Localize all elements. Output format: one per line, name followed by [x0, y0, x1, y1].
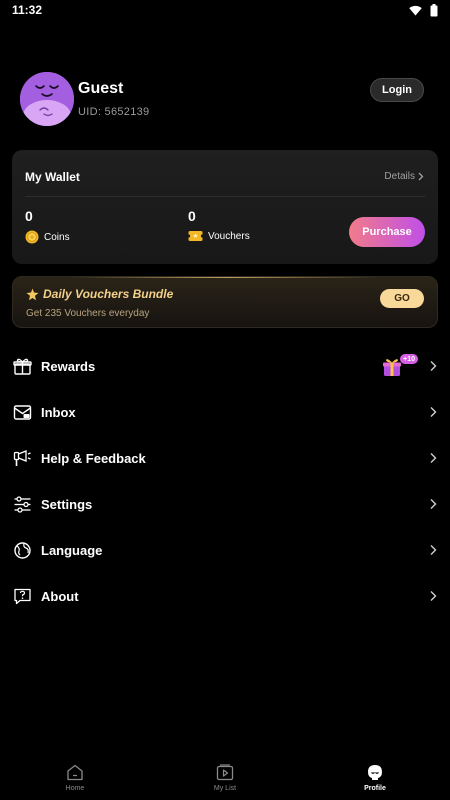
sparkle-crown-icon — [26, 288, 39, 300]
go-button[interactable]: GO — [380, 289, 424, 308]
rewards-gift-badge: +10 — [378, 354, 418, 378]
menu-label-settings: Settings — [41, 496, 93, 512]
profile-header: Guest UID: 5652139 Login — [20, 72, 430, 128]
status-bar: 11:32 — [0, 0, 450, 22]
chevron-right-icon — [430, 361, 437, 371]
profile-uid: UID: 5652139 — [78, 106, 150, 118]
bundle-glow — [73, 277, 377, 278]
nav-label-my-list: My List — [213, 785, 237, 792]
battery-icon — [430, 4, 438, 17]
help-feedback-icon — [12, 448, 32, 468]
menu-item-rewards[interactable]: Rewards +10 — [0, 343, 450, 389]
wifi-icon — [409, 5, 422, 16]
bundle-title: Daily Vouchers Bundle — [43, 287, 174, 301]
avatar-face-icon — [20, 72, 74, 126]
profile-name: Guest — [78, 80, 124, 97]
status-icons — [409, 4, 438, 17]
chevron-right-icon — [430, 407, 437, 417]
nav-label-home: Home — [65, 785, 85, 792]
menu-label-inbox: Inbox — [41, 404, 76, 420]
chevron-right-icon — [430, 499, 437, 509]
chevron-right-icon — [430, 591, 437, 601]
daily-vouchers-bundle-card[interactable]: Daily Vouchers Bundle Get 235 Vouchers e… — [12, 276, 438, 328]
coins-label: Coins — [44, 231, 70, 243]
vouchers-value: 0 — [188, 208, 196, 224]
purchase-button[interactable]: Purchase — [349, 217, 425, 247]
settings-sliders-icon — [12, 494, 32, 514]
profile-icon — [368, 765, 382, 780]
nav-item-my-list[interactable]: My List — [150, 752, 300, 800]
chevron-right-icon — [430, 545, 437, 555]
wallet-card: My Wallet Details 0 Coins 0 Vouchers Pur… — [12, 150, 438, 264]
coins-value: 0 — [25, 208, 33, 224]
bottom-nav: Home My List Profile — [0, 752, 450, 800]
menu-item-settings[interactable]: Settings — [0, 481, 450, 527]
wallet-details-label: Details — [384, 171, 415, 182]
menu-item-help-feedback[interactable]: Help & Feedback — [0, 435, 450, 481]
bundle-subtitle: Get 235 Vouchers everyday — [26, 308, 150, 319]
play-list-icon — [216, 764, 234, 781]
menu-item-about[interactable]: About — [0, 573, 450, 619]
menu-label-about: About — [41, 588, 79, 604]
rewards-badge-count: +10 — [400, 354, 418, 364]
voucher-icon — [188, 231, 203, 241]
profile-menu: Rewards +10 Inbox Help & Feedback Settin… — [0, 343, 450, 619]
menu-item-inbox[interactable]: Inbox — [0, 389, 450, 435]
menu-label-help-feedback: Help & Feedback — [41, 450, 146, 466]
wallet-details-link[interactable]: Details — [384, 171, 424, 182]
menu-item-language[interactable]: Language — [0, 527, 450, 573]
nav-item-home[interactable]: Home — [0, 752, 150, 800]
wallet-divider — [25, 196, 425, 197]
globe-icon — [12, 540, 32, 560]
chevron-right-icon — [418, 172, 424, 181]
nav-item-profile[interactable]: Profile — [300, 752, 450, 800]
coins-stat[interactable]: 0 Coins — [25, 208, 70, 244]
about-icon — [12, 586, 32, 606]
coin-icon — [25, 230, 39, 244]
nav-label-profile: Profile — [364, 785, 386, 792]
vouchers-label: Vouchers — [208, 230, 250, 242]
status-time: 11:32 — [12, 3, 43, 17]
gift-icon — [12, 356, 32, 376]
wallet-title: My Wallet — [25, 170, 80, 184]
avatar[interactable] — [20, 72, 74, 126]
menu-label-rewards: Rewards — [41, 358, 96, 374]
login-button[interactable]: Login — [370, 78, 424, 102]
menu-label-language: Language — [41, 542, 103, 558]
chevron-right-icon — [430, 453, 437, 463]
inbox-icon — [12, 402, 32, 422]
vouchers-stat[interactable]: 0 Vouchers — [188, 208, 250, 242]
home-icon — [67, 764, 83, 781]
